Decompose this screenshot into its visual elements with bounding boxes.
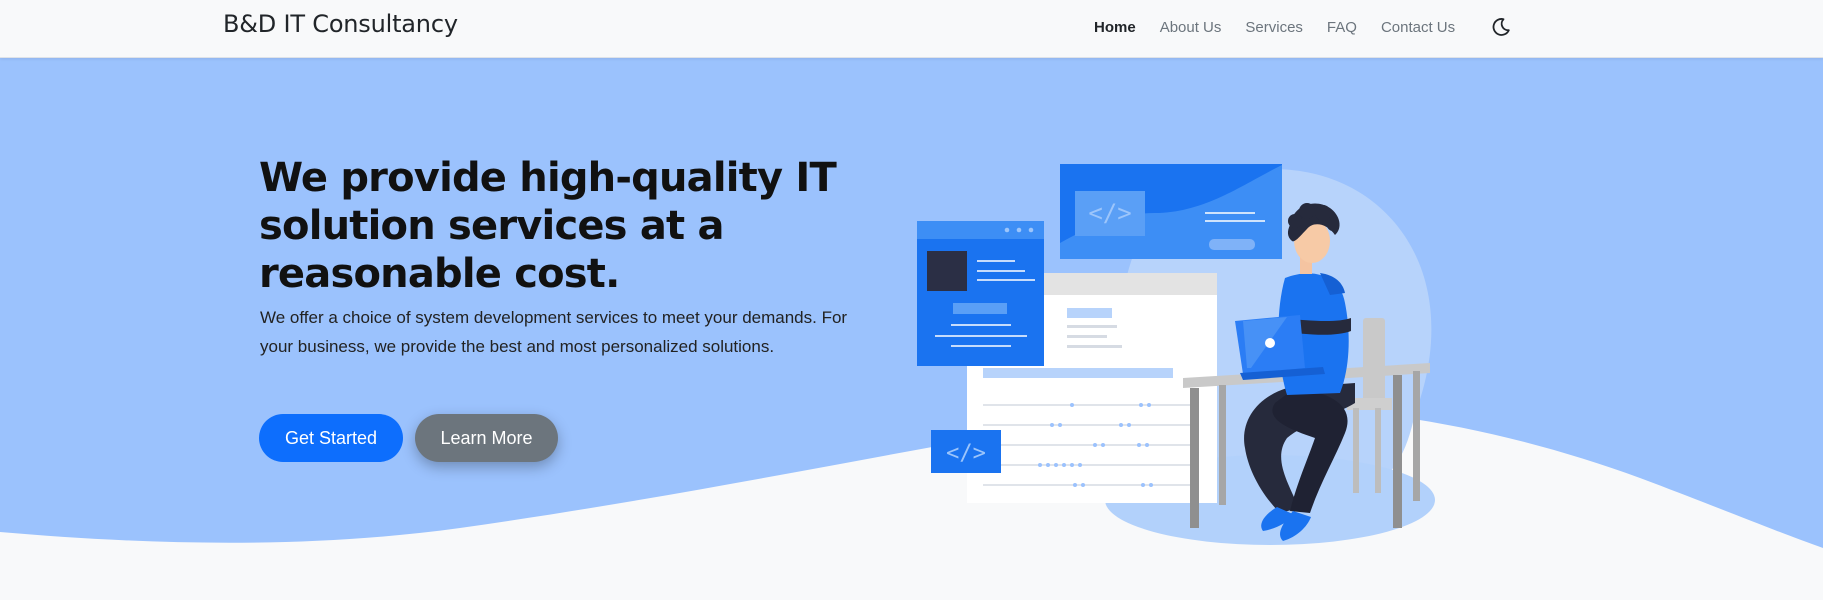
nav-link-services[interactable]: Services	[1245, 19, 1303, 36]
developer-illustration: </> </>	[917, 164, 1435, 545]
code-icon: </>	[1088, 199, 1131, 227]
hero-title: We provide high-quality IT solution serv…	[259, 155, 837, 297]
nav-link-faq[interactable]: FAQ	[1327, 19, 1357, 36]
brand-logo[interactable]: B&D IT Consultancy	[223, 10, 458, 38]
learn-more-button[interactable]: Learn More	[415, 414, 558, 462]
nav-link-home[interactable]: Home	[1094, 19, 1136, 36]
theme-toggle-button[interactable]	[1489, 15, 1513, 39]
hero-description: We offer a choice of system development …	[260, 308, 848, 356]
hero-section: We provide high-quality IT solution serv…	[0, 58, 1823, 600]
svg-text:</>: </>	[946, 441, 986, 466]
code-window-left	[917, 221, 1044, 366]
moon-icon	[1492, 18, 1510, 36]
nav-links: Home About Us Services FAQ Contact Us	[1094, 19, 1455, 36]
get-started-button[interactable]: Get Started	[259, 414, 403, 462]
nav-link-about-us[interactable]: About Us	[1160, 19, 1222, 36]
nav-link-contact-us[interactable]: Contact Us	[1381, 19, 1455, 36]
navbar: B&D IT Consultancy Home About Us Service…	[0, 0, 1823, 58]
